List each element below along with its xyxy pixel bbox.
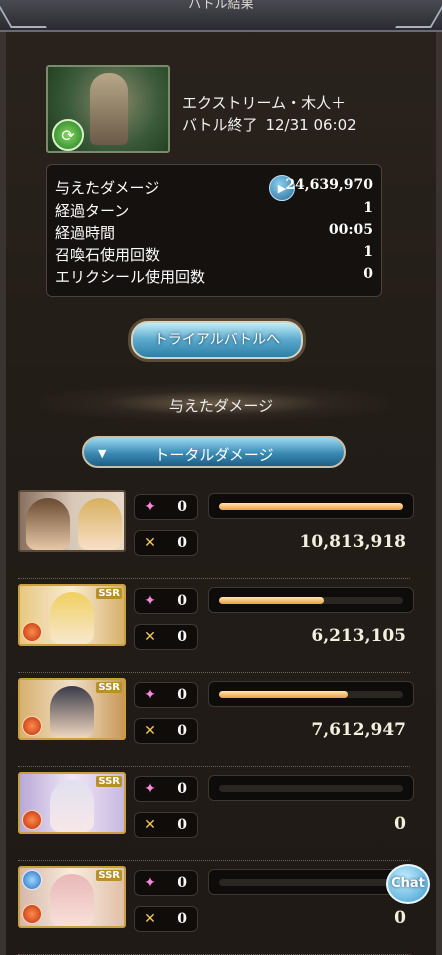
skill-counter: ✦ 0 <box>134 870 198 896</box>
title-bar: バトル結果 <box>0 0 442 32</box>
wind-element-icon: ⟳ <box>52 119 84 151</box>
character-row-5: SSR ✦ 0 ✕ 0 0 <box>18 866 414 955</box>
damage-bar <box>208 493 414 519</box>
ougi-cross-icon: ✕ <box>144 629 156 645</box>
quest-name: エクストリーム・木人＋ <box>182 94 347 112</box>
ougi-counter: ✕ 0 <box>134 718 198 744</box>
character-face-1b <box>78 498 122 550</box>
character-portrait-3[interactable]: SSR <box>18 678 126 740</box>
character-row-1: ✦ 0 ✕ 0 10,813,918 <box>18 490 414 579</box>
stat-elapsed-time: 経過時間 00:05 <box>55 222 373 242</box>
ougi-cross-icon: ✕ <box>144 723 156 739</box>
damage-bar-fill <box>219 691 348 698</box>
damage-type-dropdown[interactable]: ▼ トータルダメージ <box>82 436 346 468</box>
battle-status-label: バトル終了 <box>182 116 258 134</box>
character-face-1a <box>26 498 70 550</box>
skill-counter: ✦ 0 <box>134 776 198 802</box>
boss-figure <box>90 73 128 145</box>
damage-bar-fill <box>219 597 324 604</box>
dropdown-label: トータルダメージ <box>154 446 274 464</box>
character-row-3: SSR ✦ 0 ✕ 0 7,612,947 <box>18 678 414 767</box>
skill-star-icon: ✦ <box>144 499 156 515</box>
battle-status: バトル終了 12/31 06:02 <box>182 114 365 135</box>
ssr-badge: SSR <box>96 682 122 693</box>
ougi-cross-icon: ✕ <box>144 535 156 551</box>
stat-turns: 経過ターン 1 <box>55 200 373 220</box>
fire-element-icon <box>22 904 42 924</box>
character-row-4: SSR ✦ 0 ✕ 0 0 <box>18 772 414 861</box>
skill-counter: ✦ 0 <box>134 682 198 708</box>
damage-value: 10,813,918 <box>299 532 406 552</box>
character-face-4 <box>50 780 94 832</box>
skill-counter: ✦ 0 <box>134 494 198 520</box>
character-portrait-2[interactable]: SSR <box>18 584 126 646</box>
skill-star-icon: ✦ <box>144 875 156 891</box>
character-face-3 <box>50 686 94 738</box>
ougi-cross-icon: ✕ <box>144 911 156 927</box>
damage-bar <box>208 681 414 707</box>
damage-value: 0 <box>394 814 406 834</box>
chat-button[interactable]: Chat <box>386 864 430 904</box>
ssr-badge: SSR <box>96 776 122 787</box>
damage-bar <box>208 869 414 895</box>
battle-datetime: 12/31 06:02 <box>265 116 357 134</box>
ougi-counter: ✕ 0 <box>134 624 198 650</box>
character-portrait-5[interactable]: SSR <box>18 866 126 928</box>
character-portrait-1[interactable] <box>18 490 126 552</box>
ougi-counter: ✕ 0 <box>134 530 198 556</box>
fire-element-icon <box>22 622 42 642</box>
trial-battle-button[interactable]: トライアルバトルへ <box>131 321 303 359</box>
ougi-cross-icon: ✕ <box>144 817 156 833</box>
skill-counter: ✦ 0 <box>134 588 198 614</box>
skill-star-icon: ✦ <box>144 687 156 703</box>
damage-bar <box>208 587 414 613</box>
stat-elixir-uses: エリクシール使用回数 0 <box>55 266 373 286</box>
ssr-badge: SSR <box>96 588 122 599</box>
character-row-2: SSR ✦ 0 ✕ 0 6,213,105 <box>18 584 414 673</box>
skill-star-icon: ✦ <box>144 593 156 609</box>
damage-bar-fill <box>219 503 403 510</box>
stat-summon-uses: 召喚石使用回数 1 <box>55 244 373 264</box>
damage-bar <box>208 775 414 801</box>
boss-portrait: ⟳ <box>46 65 170 153</box>
character-face-5 <box>50 874 94 926</box>
water-element-icon <box>22 870 42 890</box>
ougi-counter: ✕ 0 <box>134 906 198 932</box>
character-face-2 <box>50 592 94 644</box>
battle-stats-box: 与えたダメージ ▶ 24,639,970 経過ターン 1 経過時間 00:05 … <box>46 164 382 297</box>
ougi-counter: ✕ 0 <box>134 812 198 838</box>
fire-element-icon <box>22 716 42 736</box>
damage-value: 0 <box>394 908 406 928</box>
skill-star-icon: ✦ <box>144 781 156 797</box>
page-title: バトル結果 <box>188 0 254 10</box>
damage-section-title: 与えたダメージ <box>168 397 274 415</box>
damage-value: 7,612,947 <box>311 720 406 740</box>
ssr-badge: SSR <box>96 870 122 881</box>
damage-value: 6,213,105 <box>311 626 406 646</box>
fire-element-icon <box>22 810 42 830</box>
character-portrait-4[interactable]: SSR <box>18 772 126 834</box>
stat-total-damage: 与えたダメージ ▶ 24,639,970 <box>55 175 373 201</box>
